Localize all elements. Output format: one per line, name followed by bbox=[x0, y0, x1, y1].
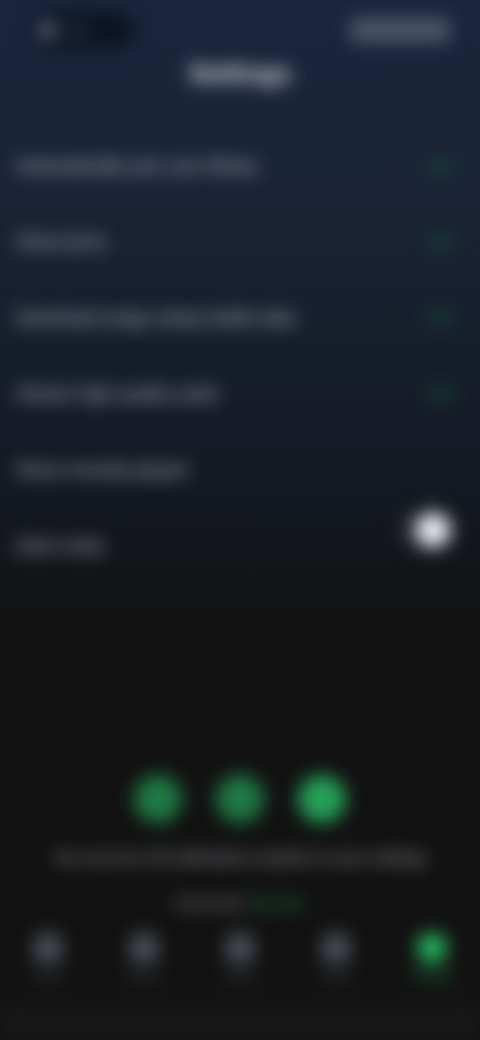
page-dot[interactable] bbox=[134, 775, 182, 823]
tab-profile[interactable]: Profile bbox=[301, 934, 371, 982]
settings-icon bbox=[418, 934, 446, 962]
tab-settings[interactable]: Settings bbox=[397, 934, 467, 982]
setting-row-lyrics[interactable]: Show lyrics bbox=[0, 204, 480, 280]
page-dot-active[interactable] bbox=[298, 775, 346, 823]
app-screen: Live Settings Automatically sync your li… bbox=[0, 0, 480, 1040]
tab-label: Search bbox=[126, 970, 162, 982]
setting-label: Stream high quality audio bbox=[16, 383, 220, 404]
profile-icon bbox=[322, 934, 350, 962]
page-title: Settings bbox=[188, 58, 292, 88]
toggle-indicator-icon[interactable] bbox=[426, 161, 456, 171]
status-chip: Live bbox=[30, 12, 134, 48]
setting-label: Dark mode bbox=[16, 535, 105, 556]
library-icon bbox=[226, 934, 254, 962]
setting-label: Show recently played bbox=[16, 459, 188, 480]
status-chip-label: Live bbox=[62, 22, 88, 38]
tab-search[interactable]: Search bbox=[109, 934, 179, 982]
help-link[interactable]: Tap here bbox=[250, 895, 304, 911]
home-indicator-bar bbox=[0, 1004, 480, 1040]
setting-label: Automatically sync your library bbox=[16, 155, 260, 176]
search-icon bbox=[130, 934, 158, 962]
info-caption: You can turn off notifications anytime i… bbox=[53, 850, 427, 867]
bottom-tab-bar: Home Search Library Profile Settings bbox=[0, 934, 480, 1004]
page-dot[interactable] bbox=[216, 775, 264, 823]
status-indicators bbox=[350, 18, 450, 42]
record-dot-icon bbox=[40, 23, 54, 37]
page-indicator bbox=[0, 775, 480, 823]
help-prefix: Need help? bbox=[175, 895, 247, 911]
blurred-content: Live Settings Automatically sync your li… bbox=[0, 0, 480, 1040]
tab-home[interactable]: Home bbox=[13, 934, 83, 982]
setting-row-recent[interactable]: Show recently played bbox=[0, 432, 480, 508]
help-line: Need help? Tap here bbox=[0, 895, 480, 911]
tab-label: Settings bbox=[412, 970, 452, 982]
setting-label: Show lyrics bbox=[16, 231, 108, 252]
setting-row-quality[interactable]: Stream high quality audio bbox=[0, 356, 480, 432]
toggle-indicator-icon[interactable] bbox=[426, 313, 456, 323]
tab-library[interactable]: Library bbox=[205, 934, 275, 982]
setting-label: Download songs using mobile data bbox=[16, 307, 296, 328]
home-icon bbox=[34, 934, 62, 962]
toggle-knob bbox=[416, 513, 450, 547]
toggle-indicator-icon[interactable] bbox=[426, 237, 456, 247]
toggle-indicator-icon[interactable] bbox=[426, 389, 456, 399]
dark-mode-toggle[interactable] bbox=[400, 510, 454, 550]
tab-label: Library bbox=[223, 970, 257, 982]
setting-row-sync[interactable]: Automatically sync your library bbox=[0, 128, 480, 204]
setting-row-download[interactable]: Download songs using mobile data bbox=[0, 280, 480, 356]
tab-label: Home bbox=[33, 970, 63, 982]
tab-label: Profile bbox=[320, 970, 352, 982]
